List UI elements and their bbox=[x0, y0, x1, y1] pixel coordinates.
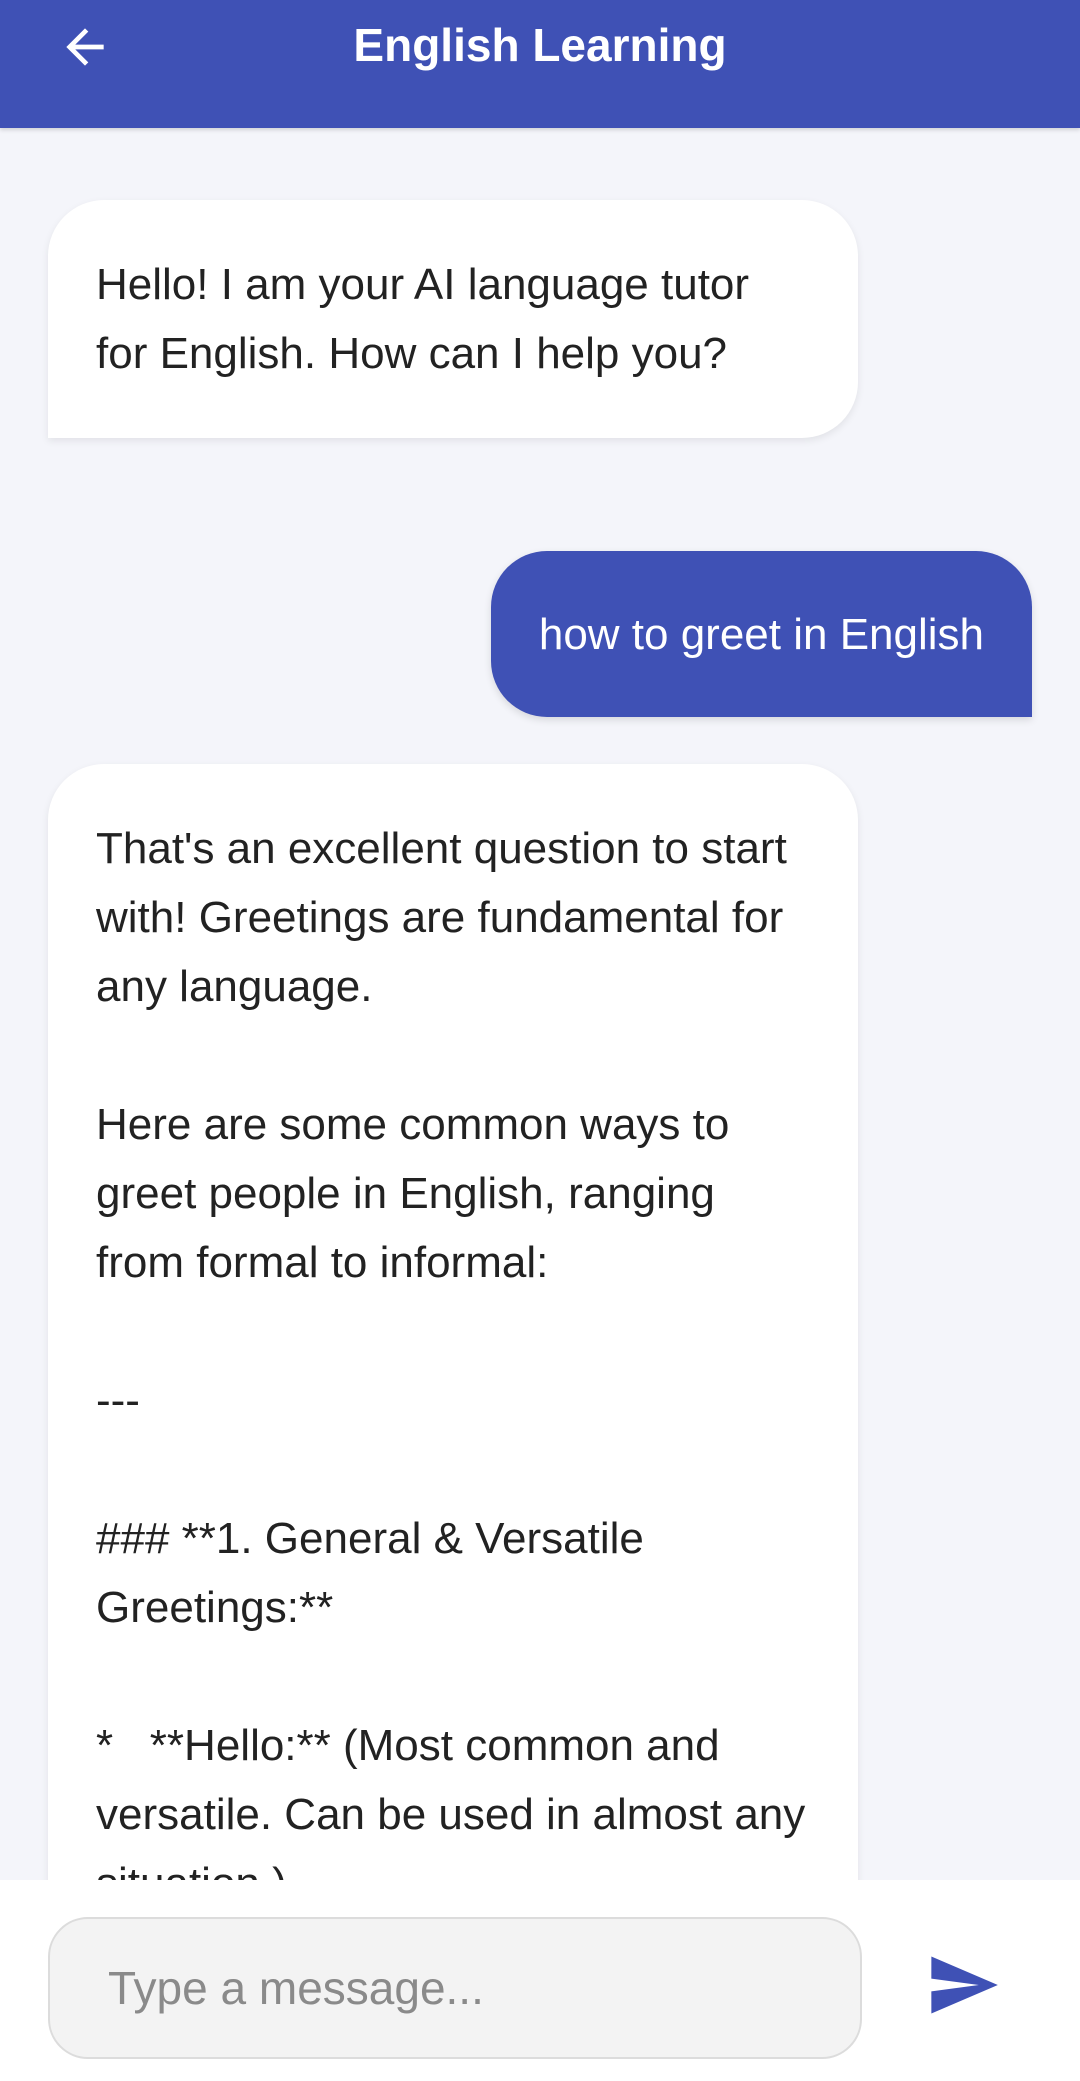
send-icon bbox=[931, 1956, 998, 2014]
user-message-bubble: how to greet in English bbox=[490, 551, 1032, 717]
app-bar: English Learning bbox=[0, 0, 1080, 128]
message-composer bbox=[0, 1880, 1080, 2081]
ai-message-bubble: That's an excellent question to start wi… bbox=[48, 764, 858, 1880]
message-input[interactable] bbox=[48, 1917, 862, 2059]
ai-message-bubble: Hello! I am your AI language tutor for E… bbox=[48, 200, 858, 438]
chat-messages[interactable]: Hello! I am your AI language tutor for E… bbox=[0, 128, 1080, 1880]
send-button[interactable] bbox=[918, 1940, 1008, 2030]
page-title: English Learning bbox=[353, 19, 727, 71]
